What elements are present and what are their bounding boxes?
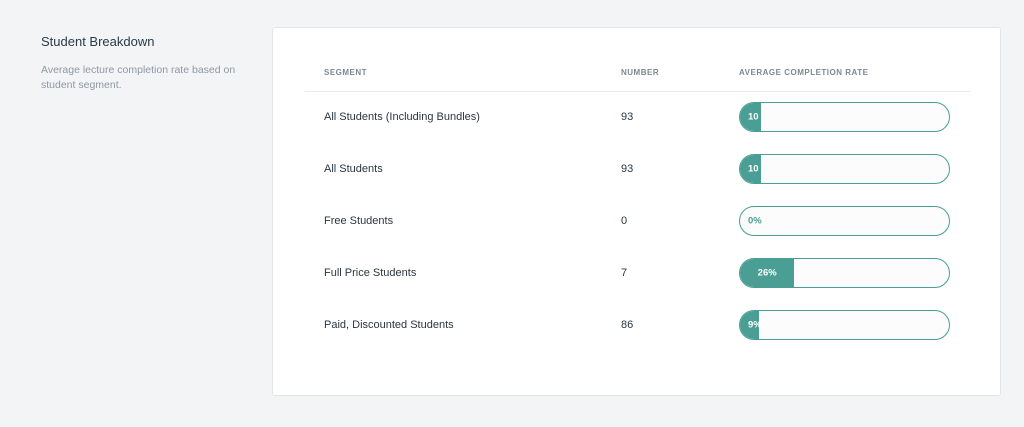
table-row: All Students 93 10 (305, 143, 971, 195)
header-segment: SEGMENT (324, 68, 368, 77)
section-intro: Student Breakdown Average lecture comple… (41, 34, 256, 93)
table-row: All Students (Including Bundles) 93 10 (305, 91, 971, 143)
segment-count: 86 (621, 319, 634, 331)
segment-name: All Students (324, 163, 383, 175)
table-row: Paid, Discounted Students 86 9% (305, 299, 971, 351)
page: Student Breakdown Average lecture comple… (0, 0, 1024, 427)
segment-name: Full Price Students (324, 267, 417, 279)
table-header: SEGMENT NUMBER AVERAGE COMPLETION RATE (305, 68, 971, 92)
completion-rate-bar: 9% (739, 310, 950, 340)
completion-rate-bar: 26% (739, 258, 950, 288)
segment-count: 0 (621, 215, 628, 227)
completion-rate-label: 0% (748, 215, 762, 227)
header-completion-rate: AVERAGE COMPLETION RATE (739, 68, 869, 77)
segment-name: All Students (Including Bundles) (324, 111, 480, 123)
completion-rate-label: 9% (748, 319, 762, 331)
header-number: NUMBER (621, 68, 660, 77)
section-description: Average lecture completion rate based on… (41, 64, 236, 91)
section-title: Student Breakdown (41, 34, 155, 49)
table-row: Free Students 0 0% (305, 195, 971, 247)
student-breakdown-card: SEGMENT NUMBER AVERAGE COMPLETION RATE A… (272, 27, 1001, 396)
completion-rate-label: 26% (757, 267, 777, 279)
table-row: Full Price Students 7 26% (305, 247, 971, 299)
segment-name: Paid, Discounted Students (324, 319, 454, 331)
completion-rate-label: 10 (748, 111, 759, 123)
segment-count: 93 (621, 163, 634, 175)
completion-rate-bar: 0% (739, 206, 950, 236)
segment-count: 93 (621, 111, 634, 123)
segment-count: 7 (621, 267, 628, 279)
completion-rate-bar: 10 (739, 154, 950, 184)
segment-name: Free Students (324, 215, 394, 227)
completion-rate-label: 10 (748, 163, 759, 175)
completion-rate-bar: 10 (739, 102, 950, 132)
